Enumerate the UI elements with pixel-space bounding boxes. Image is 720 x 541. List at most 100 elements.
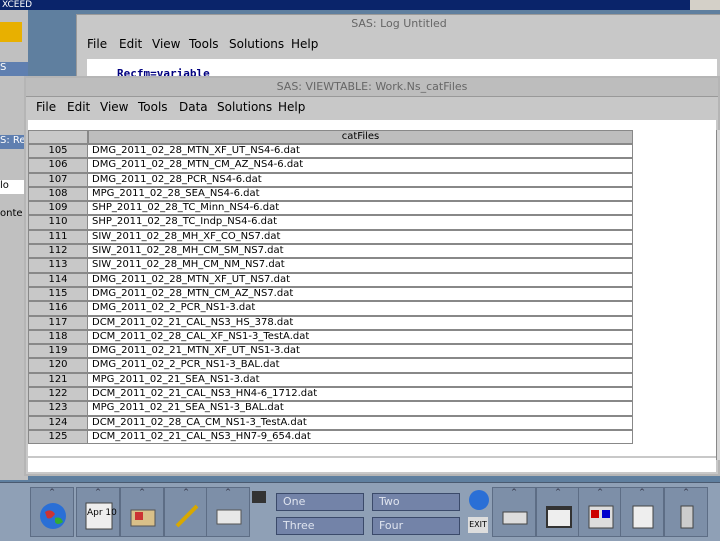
row-number[interactable]: 117	[28, 315, 88, 330]
cell-catfiles[interactable]: DMG_2011_02_28_PCR_NS4-6.dat	[88, 172, 633, 187]
cell-catfiles[interactable]: DCM_2011_02_28_CAL_XF_NS1-3_TestA.dat	[88, 329, 633, 345]
log-menu-edit[interactable]: Edit	[119, 37, 142, 51]
cell-catfiles[interactable]: SHP_2011_02_28_TC_Minn_NS4-6.dat	[88, 201, 633, 216]
cell-catfiles[interactable]: DMG_2011_02_28_MTN_CM_AZ_NS7.dat	[88, 286, 633, 302]
log-menu-tools[interactable]: Tools	[189, 37, 219, 51]
row-number[interactable]: 119	[28, 344, 88, 359]
table-row[interactable]: 125 DCM_2011_02_21_CAL_NS3_HN7-9_654.dat	[28, 429, 634, 445]
cell-catfiles[interactable]: MPG_2011_02_21_SEA_NS1-3.dat	[88, 372, 633, 388]
lock-icon[interactable]	[252, 491, 266, 503]
table-row[interactable]: 113 SIW_2011_02_28_MH_CM_NM_NS7.dat	[28, 258, 634, 273]
table-row[interactable]: 107 DMG_2011_02_28_PCR_NS4-6.dat	[28, 172, 634, 187]
table-row[interactable]: 108 MPG_2011_02_28_SEA_NS4-6.dat	[28, 186, 634, 202]
table-row[interactable]: 116 DMG_2011_02_2_PCR_NS1-3.dat	[28, 301, 634, 316]
cell-catfiles[interactable]: DCM_2011_02_28_CA_CM_NS1-3_TestA.dat	[88, 415, 633, 430]
log-menu-help[interactable]: Help	[291, 37, 318, 51]
table-row[interactable]: 111 SIW_2011_02_28_MH_XF_CO_NS7.dat	[28, 229, 634, 245]
table-row[interactable]: 105 DMG_2011_02_28_MTN_XF_UT_NS4-6.dat	[28, 144, 634, 159]
vt-menu-view[interactable]: View	[100, 100, 128, 114]
vt-menu-tools[interactable]: Tools	[138, 100, 168, 114]
table-row[interactable]: 115 DMG_2011_02_28_MTN_CM_AZ_NS7.dat	[28, 286, 634, 302]
row-number[interactable]: 116	[28, 301, 88, 316]
panel-slot-clock[interactable]: ^ Apr 10	[76, 487, 120, 537]
table-row[interactable]: 119 DMG_2011_02_21_MTN_XF_UT_NS1-3.dat	[28, 344, 634, 359]
table-row[interactable]: 112 SIW_2011_02_28_MH_CM_SM_NS7.dat	[28, 244, 634, 259]
table-row[interactable]: 109 SHP_2011_02_28_TC_Minn_NS4-6.dat	[28, 201, 634, 216]
vt-menu-data[interactable]: Data	[179, 100, 208, 114]
row-number[interactable]: 108	[28, 186, 88, 202]
row-number[interactable]: 122	[28, 387, 88, 402]
row-number[interactable]: 105	[28, 144, 88, 159]
row-number[interactable]: 121	[28, 372, 88, 388]
vertical-scrollbar[interactable]	[716, 130, 720, 460]
cell-catfiles[interactable]: DMG_2011_02_21_MTN_XF_UT_NS1-3.dat	[88, 344, 633, 359]
exit-button[interactable]: EXIT	[468, 517, 488, 533]
table-row[interactable]: 120 DMG_2011_02_2_PCR_NS1-3_BAL.dat	[28, 358, 634, 373]
row-number[interactable]: 107	[28, 172, 88, 187]
vt-menu-solutions[interactable]: Solutions	[217, 100, 272, 114]
vt-menu-help[interactable]: Help	[278, 100, 305, 114]
workspace-four[interactable]: Four	[372, 517, 460, 535]
row-number[interactable]: 123	[28, 401, 88, 416]
vt-menu-edit[interactable]: Edit	[67, 100, 90, 114]
row-number[interactable]: 111	[28, 229, 88, 245]
app-icon[interactable]	[0, 22, 22, 42]
viewtable-menubar: File Edit View Tools Data Solutions Help	[26, 98, 718, 118]
table-row[interactable]: 123 MPG_2011_02_21_SEA_NS1-3_BAL.dat	[28, 401, 634, 416]
panel-slot-trash[interactable]: ^	[664, 487, 708, 537]
panel-slot-mail[interactable]: ^	[206, 487, 250, 537]
table-footer	[28, 458, 716, 472]
panel-slot-perf[interactable]: ^	[578, 487, 622, 537]
panel-slot-style[interactable]: ^	[536, 487, 580, 537]
vt-menu-file[interactable]: File	[36, 100, 56, 114]
table-row[interactable]: 110 SHP_2011_02_28_TC_Indp_NS4-6.dat	[28, 215, 634, 230]
cell-catfiles[interactable]: SIW_2011_02_28_MH_CM_NM_NS7.dat	[88, 258, 633, 273]
table-row[interactable]: 106 DMG_2011_02_28_MTN_CM_AZ_NS4-6.dat	[28, 158, 634, 173]
row-number[interactable]: 125	[28, 429, 88, 445]
workspace-two[interactable]: Two	[372, 493, 460, 511]
row-number[interactable]: 114	[28, 272, 88, 287]
cell-catfiles[interactable]: MPG_2011_02_28_SEA_NS4-6.dat	[88, 186, 633, 202]
table-row[interactable]: 122 DCM_2011_02_21_CAL_NS3_HN4-6_1712.dat	[28, 387, 634, 402]
row-number[interactable]: 115	[28, 286, 88, 302]
panel-slot-files[interactable]: ^	[120, 487, 164, 537]
panel-slot-help[interactable]: ^	[620, 487, 664, 537]
table-row[interactable]: 121 MPG_2011_02_21_SEA_NS1-3.dat	[28, 372, 634, 388]
cell-catfiles[interactable]: DMG_2011_02_28_MTN_XF_UT_NS7.dat	[88, 272, 633, 287]
table-row[interactable]: 124 DCM_2011_02_28_CA_CM_NS1-3_TestA.dat	[28, 415, 634, 430]
log-menu-solutions[interactable]: Solutions	[229, 37, 284, 51]
cell-catfiles[interactable]: SIW_2011_02_28_MH_XF_CO_NS7.dat	[88, 229, 633, 245]
panel-slot-globe[interactable]: ^	[30, 487, 74, 537]
workspace-three[interactable]: Three	[276, 517, 364, 535]
log-menu-file[interactable]: File	[87, 37, 107, 51]
cell-catfiles[interactable]: DCM_2011_02_21_CAL_NS3_HN7-9_654.dat	[88, 429, 633, 445]
row-number[interactable]: 109	[28, 201, 88, 216]
row-number[interactable]: 120	[28, 358, 88, 373]
row-number[interactable]: 112	[28, 244, 88, 259]
row-number[interactable]: 124	[28, 415, 88, 430]
cell-catfiles[interactable]: DMG_2011_02_28_MTN_XF_UT_NS4-6.dat	[88, 144, 633, 159]
table-row[interactable]: 114 DMG_2011_02_28_MTN_XF_UT_NS7.dat	[28, 272, 634, 287]
table-row[interactable]: 117 DCM_2011_02_21_CAL_NS3_HS_378.dat	[28, 315, 634, 330]
row-number[interactable]: 113	[28, 258, 88, 273]
cell-catfiles[interactable]: SIW_2011_02_28_MH_CM_SM_NS7.dat	[88, 244, 633, 259]
workspace-one[interactable]: One	[276, 493, 364, 511]
panel-slot-printer[interactable]: ^	[492, 487, 536, 537]
cell-catfiles[interactable]: SHP_2011_02_28_TC_Indp_NS4-6.dat	[88, 215, 633, 230]
panel-slot-editor[interactable]: ^	[164, 487, 208, 537]
row-number[interactable]: 110	[28, 215, 88, 230]
log-menu-view[interactable]: View	[152, 37, 180, 51]
cell-catfiles[interactable]: DCM_2011_02_21_CAL_NS3_HN4-6_1712.dat	[88, 387, 633, 402]
cell-catfiles[interactable]: DMG_2011_02_28_MTN_CM_AZ_NS4-6.dat	[88, 158, 633, 173]
table-row[interactable]: 118 DCM_2011_02_28_CAL_XF_NS1-3_TestA.dat	[28, 329, 634, 345]
column-header-catfiles[interactable]: catFiles	[88, 130, 633, 144]
row-number[interactable]: 118	[28, 329, 88, 345]
cell-catfiles[interactable]: DMG_2011_02_2_PCR_NS1-3_BAL.dat	[88, 358, 633, 373]
desktop-title-text: XCEED	[2, 0, 33, 10]
row-number[interactable]: 106	[28, 158, 88, 173]
cell-catfiles[interactable]: MPG_2011_02_21_SEA_NS1-3_BAL.dat	[88, 401, 633, 416]
cell-catfiles[interactable]: DMG_2011_02_2_PCR_NS1-3.dat	[88, 301, 633, 316]
busy-globe-icon	[469, 490, 489, 510]
window-controls[interactable]	[690, 0, 720, 10]
cell-catfiles[interactable]: DCM_2011_02_21_CAL_NS3_HS_378.dat	[88, 315, 633, 330]
